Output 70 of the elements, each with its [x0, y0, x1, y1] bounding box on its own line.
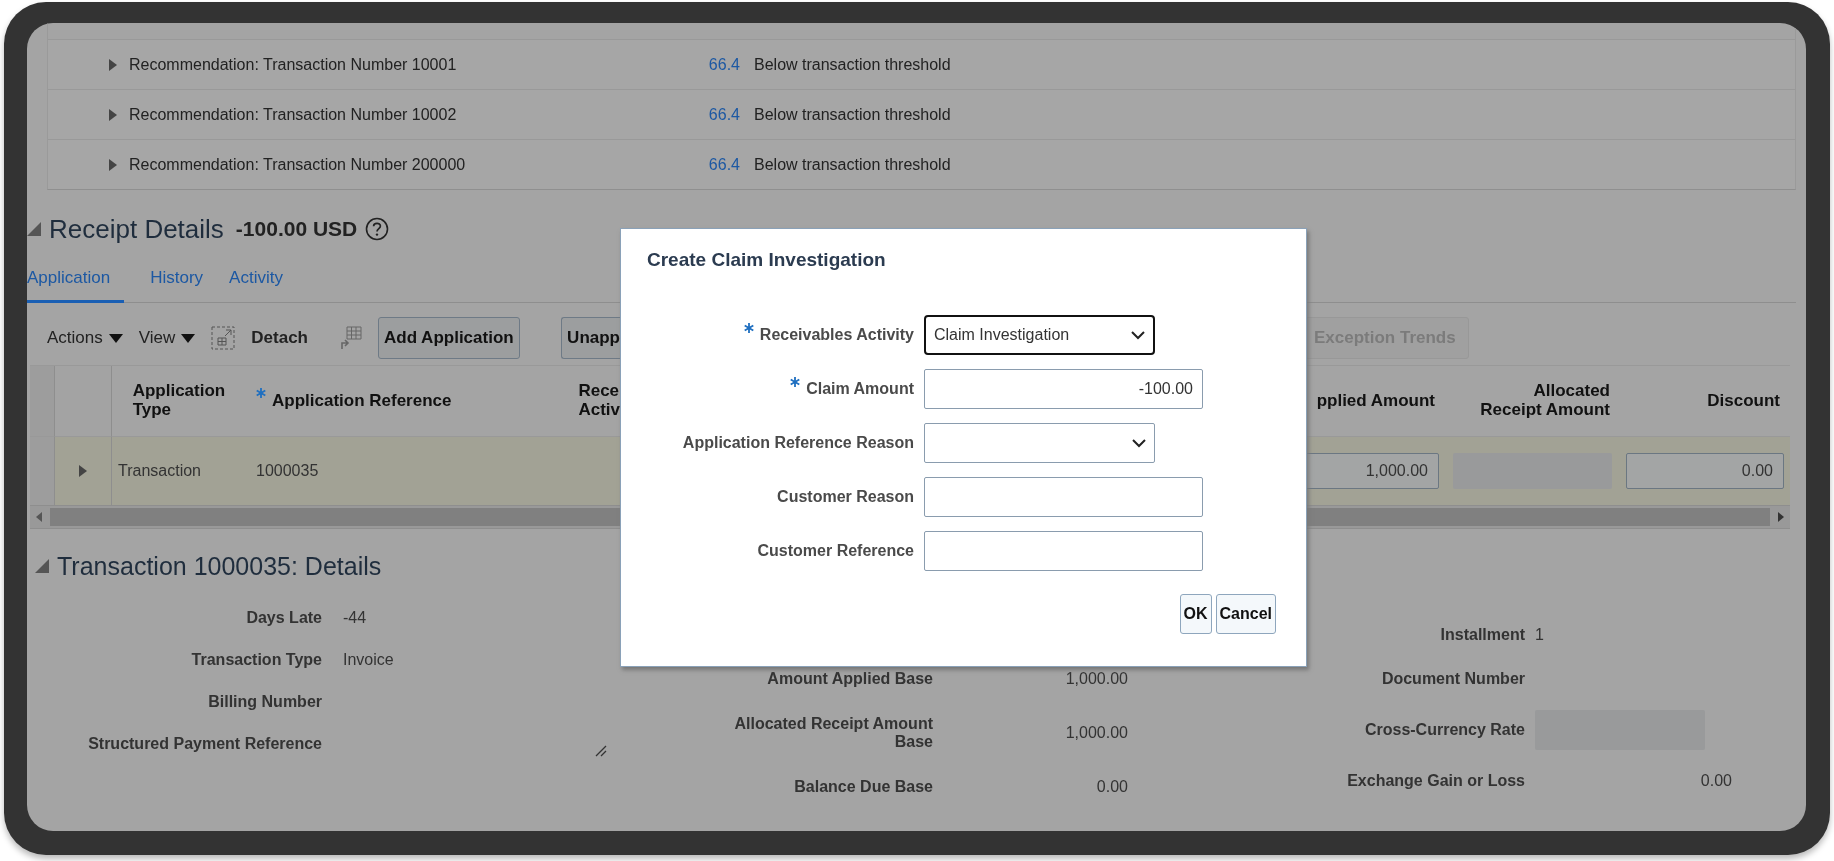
field-value: Invoice [343, 651, 394, 669]
select-field[interactable]: Claim Investigation [924, 315, 1155, 355]
column-header: Application Type [132, 382, 227, 420]
field-label: Document Number [1381, 669, 1525, 689]
field-label: Customer Reference [757, 542, 914, 560]
detach-button[interactable]: Detach [251, 328, 308, 348]
dialog-button[interactable]: OK [1179, 594, 1212, 634]
field-value: 1,000.00 [1065, 724, 1128, 742]
section-title: Receipt Details [49, 213, 224, 245]
reason-text: Below transaction threshold [754, 55, 951, 74]
field-value: 0.00 [1096, 778, 1128, 796]
recommendation-label: Recommendation: Transaction Number 200000 [129, 155, 467, 174]
field-label: Balance Due Base [794, 777, 933, 797]
field-label: Cross-Currency Rate [1364, 720, 1525, 740]
chevron-down-icon [1132, 438, 1146, 448]
field-label: Amount Applied Base [767, 669, 933, 689]
collapse-triangle-icon[interactable] [35, 559, 49, 573]
section-title: Transaction 1000035: Details [57, 551, 382, 581]
expand-arrow-icon[interactable] [108, 58, 118, 71]
recommendation-label: Recommendation: Transaction Number 10002 [129, 105, 458, 124]
text-input-field[interactable] [924, 477, 1203, 517]
amount-input-field[interactable]: -100.00 [924, 369, 1203, 409]
recommendation-label: Recommendation: Transaction Number 10001 [129, 55, 458, 74]
toolbar-button[interactable]: Add Application [378, 317, 520, 359]
expand-arrow-icon[interactable] [108, 158, 118, 171]
field-label: Exchange Gain or Loss [1347, 771, 1525, 791]
field-value: 0.00 [1700, 772, 1732, 790]
field-label: Installment [1440, 625, 1525, 645]
column-header: Rece Activ [578, 382, 620, 420]
field-label: Customer Reason [777, 488, 914, 506]
dialog-button[interactable]: Cancel [1215, 594, 1276, 634]
discount-field[interactable]: 0.00 [1626, 453, 1784, 489]
column-header: Application Reference [272, 391, 452, 411]
dialog-title: Create Claim Investigation [646, 248, 887, 271]
field-label: Billing Number [208, 692, 322, 712]
column-header: pplied Amount [1316, 391, 1435, 411]
field-label: Application Reference Reason [682, 434, 914, 452]
field-label: Receivables Activity [759, 326, 914, 344]
field-value: -44 [343, 609, 367, 627]
dropdown-triangle-icon [181, 333, 196, 343]
expand-arrow-icon[interactable] [78, 465, 88, 477]
dropdown-triangle-icon [108, 333, 123, 343]
field-label: Structured Payment Reference [88, 734, 322, 754]
detach-icon[interactable] [211, 326, 236, 350]
select-field[interactable] [924, 423, 1155, 463]
field-value: 1 [1535, 626, 1544, 644]
field-label: Transaction Type [191, 650, 322, 670]
toolbar-button[interactable]: Unapp [561, 317, 620, 359]
field-value: 1,000.00 [1065, 670, 1128, 688]
table-arrow-icon[interactable] [340, 326, 362, 350]
table-cell: Transaction [118, 462, 201, 480]
receipt-amount: -100.00 USD [235, 217, 358, 241]
chevron-down-icon [1131, 330, 1145, 340]
expand-arrow-icon[interactable] [108, 108, 118, 121]
column-header: Discount [1707, 391, 1780, 411]
field-label: Days Late [246, 608, 322, 628]
text-input-field[interactable] [924, 531, 1203, 571]
reason-text: Below transaction threshold [754, 155, 951, 174]
menu-button[interactable]: View [138, 328, 176, 348]
help-icon[interactable] [365, 217, 390, 241]
collapse-triangle-icon[interactable] [27, 222, 41, 236]
table-cell: 1000035 [256, 462, 319, 480]
column-header: Allocated Receipt Amount [1480, 382, 1610, 420]
resize-grip-icon[interactable] [595, 745, 607, 757]
reason-text: Below transaction threshold [754, 105, 951, 124]
field-label: Allocated Receipt Amount Base [733, 714, 933, 752]
menu-button[interactable]: Actions [47, 328, 103, 348]
scroll-left-icon[interactable] [36, 512, 42, 522]
scroll-right-icon[interactable] [1778, 512, 1784, 522]
field-label: Claim Amount [806, 380, 914, 398]
